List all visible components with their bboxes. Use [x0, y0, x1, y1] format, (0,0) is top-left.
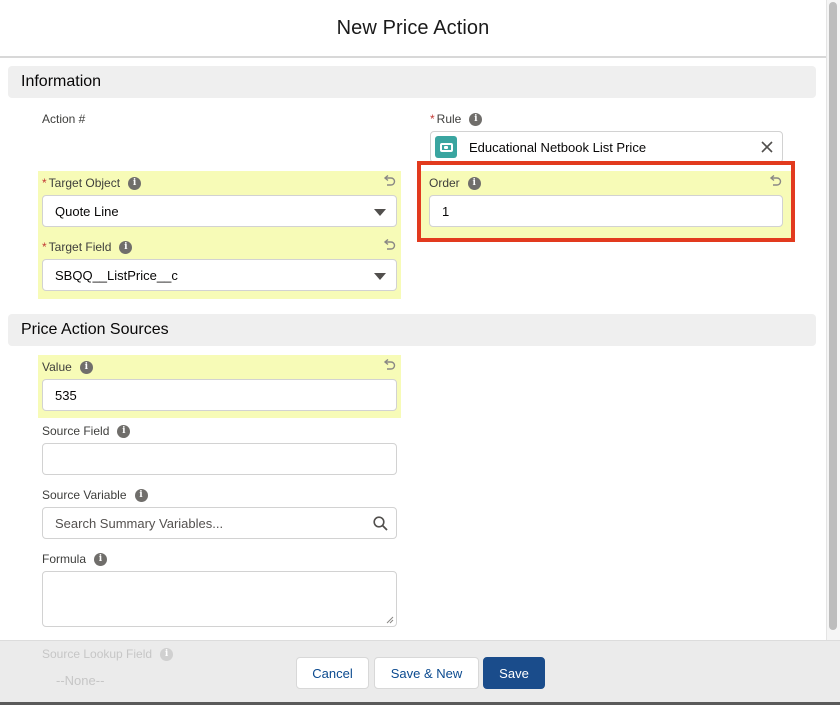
- source-lookup-field-label: Source Lookup Field i: [42, 647, 174, 661]
- select-value: SBQQ__ListPrice__c: [55, 267, 178, 283]
- info-icon[interactable]: i: [469, 112, 483, 126]
- label-text: Target Field: [48, 240, 112, 254]
- label-text: Action #: [42, 112, 86, 126]
- section-header-price-action-sources: Price Action Sources: [8, 314, 816, 346]
- value-input[interactable]: 535: [42, 379, 397, 411]
- undo-icon[interactable]: [382, 359, 396, 373]
- required-marker: *: [42, 176, 47, 190]
- label-text: Rule: [436, 112, 462, 126]
- undo-icon[interactable]: [382, 239, 396, 253]
- label-text: Value: [42, 360, 72, 374]
- required-marker: *: [42, 240, 47, 254]
- label-text: Target Object: [48, 176, 121, 190]
- source-lookup-field-value: --None--: [56, 673, 105, 688]
- undo-icon[interactable]: [382, 175, 396, 189]
- target-object-select[interactable]: Quote Line: [42, 195, 397, 227]
- annotation-highlight-box: [417, 161, 795, 242]
- info-icon[interactable]: i: [94, 552, 108, 566]
- label-text: Formula: [42, 552, 87, 566]
- save-button[interactable]: Save: [483, 657, 545, 689]
- modal-title: New Price Action: [336, 16, 490, 39]
- target-object-label: * Target Object i: [42, 176, 142, 190]
- search-placeholder: Search Summary Variables...: [55, 515, 224, 531]
- required-marker: *: [430, 112, 435, 126]
- price-rule-icon: [435, 136, 457, 158]
- source-field-label: Source Field i: [42, 424, 131, 438]
- value-label: Value i: [42, 360, 93, 374]
- source-field-input[interactable]: [42, 443, 397, 475]
- cancel-button[interactable]: Cancel: [296, 657, 369, 689]
- formula-textarea[interactable]: [42, 571, 397, 627]
- label-text: Source Lookup Field: [42, 647, 153, 661]
- source-variable-label: Source Variable i: [42, 488, 148, 502]
- chevron-down-icon: [374, 273, 386, 280]
- formula-label: Formula i: [42, 552, 108, 566]
- target-field-select[interactable]: SBQQ__ListPrice__c: [42, 259, 397, 291]
- target-field-label: * Target Field i: [42, 240, 133, 254]
- section-header-information: Information: [8, 66, 816, 98]
- chevron-down-icon: [374, 209, 386, 216]
- label-text: Source Field: [42, 424, 110, 438]
- info-icon[interactable]: i: [117, 424, 131, 438]
- info-icon[interactable]: i: [128, 176, 142, 190]
- modal-header: New Price Action: [0, 0, 826, 58]
- action-number-label: Action #: [42, 112, 85, 126]
- select-value: Quote Line: [55, 203, 119, 219]
- label-text: Source Variable: [42, 488, 127, 502]
- resize-handle-icon[interactable]: [386, 616, 394, 624]
- info-icon[interactable]: i: [79, 360, 93, 374]
- close-icon[interactable]: [760, 140, 774, 154]
- scrollbar-thumb[interactable]: [829, 2, 837, 630]
- rule-label: * Rule i: [430, 112, 483, 126]
- search-icon[interactable]: [373, 516, 388, 531]
- info-icon[interactable]: i: [134, 488, 148, 502]
- section-title: Price Action Sources: [21, 321, 169, 338]
- info-icon[interactable]: i: [119, 240, 133, 254]
- section-title: Information: [21, 73, 102, 90]
- source-variable-search-input[interactable]: Search Summary Variables...: [42, 507, 397, 539]
- rule-value: Educational Netbook List Price: [469, 139, 647, 155]
- info-icon: i: [160, 647, 174, 661]
- save-and-new-button[interactable]: Save & New: [374, 657, 479, 689]
- input-value: 535: [55, 387, 77, 403]
- rule-lookup-field[interactable]: Educational Netbook List Price: [430, 131, 783, 163]
- modal-footer: Source Lookup Field i --None-- Cancel Sa…: [0, 640, 840, 702]
